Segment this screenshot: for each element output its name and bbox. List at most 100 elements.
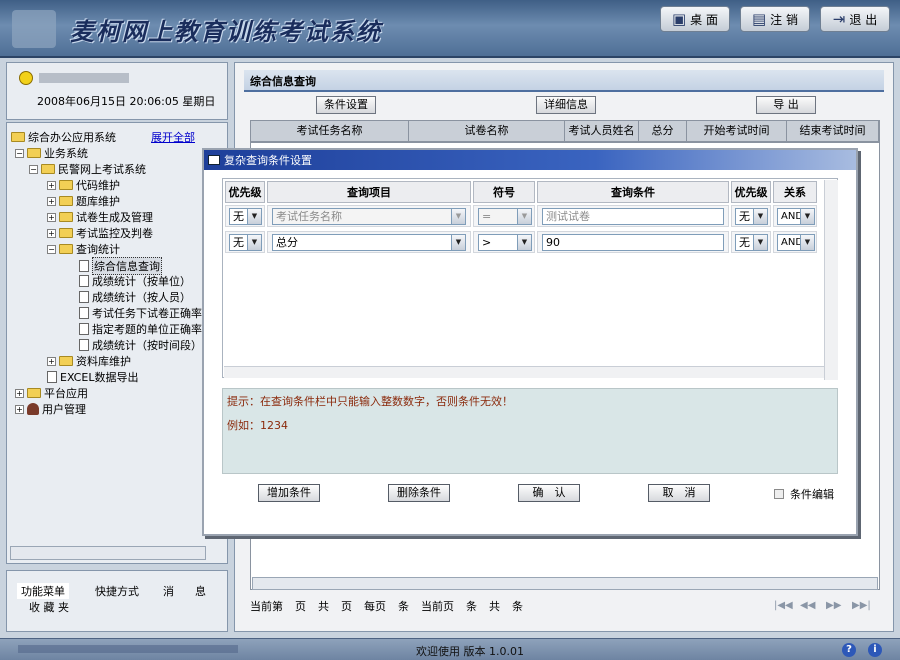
tree-item-paper-manage[interactable]: + 试卷生成及管理 [47,209,153,225]
row1-operator-select[interactable]: = ▼ [478,208,532,225]
next-page-icon[interactable]: ▶▶ [826,600,841,611]
last-page-icon[interactable]: ▶▶| [852,600,871,611]
username-blurred [39,73,129,83]
collapse-icon[interactable]: − [47,244,56,254]
expand-icon[interactable]: + [47,196,56,206]
tree-item-score-by-time[interactable]: 成绩统计（按时间段） [79,337,202,353]
tree-item-exam-monitor[interactable]: + 考试监控及判卷 [47,225,153,241]
tree-horizontal-scrollbar[interactable] [10,546,206,560]
cancel-button[interactable]: 取 消 [648,484,710,502]
tree-item-score-by-person[interactable]: 成绩统计（按人员） [79,289,191,305]
expand-all-link[interactable]: 展开全部 [151,129,195,145]
header-operator: 符号 [473,181,535,203]
app-header: 麦柯网上教育训练考试系统 ▣ 桌 面 ▤ 注 销 ⇥ 退 出 [0,0,900,58]
conditions-table: 优先级 查询项目 符号 查询条件 优先级 关系 无 ▼ 考试任务名称 ▼ = ▼ 测试… [222,178,838,378]
row2-relation-select[interactable]: AND ▼ [777,234,815,251]
pager-text: 当前第 [250,600,283,613]
tab-function-menu[interactable]: 功能菜单 [17,583,69,599]
row2-priority-select[interactable]: 无 ▼ [229,234,262,251]
document-icon [79,275,89,287]
tab-messages-1[interactable]: 消 [163,583,174,599]
tree-item-user-manage[interactable]: + 用户管理 [15,401,86,417]
folder-icon [59,196,73,206]
chevron-down-icon: ▼ [247,235,261,250]
user-manage-icon [27,403,39,415]
tree-item-exam-system[interactable]: − 民警网上考试系统 [29,161,146,177]
chevron-down-icon: ▼ [451,209,465,224]
first-page-icon[interactable]: |◀◀ [774,600,793,611]
row1-rel-cell: AND ▼ [773,205,817,227]
logout-button[interactable]: ▤ 注 销 [740,6,810,32]
tree-item-label: 考试监控及判卷 [76,227,153,240]
tree-item-excel-export[interactable]: EXCEL数据导出 [47,369,138,385]
document-icon [79,339,89,351]
tree-item-label: EXCEL数据导出 [60,371,139,384]
desktop-icon: ▣ [671,10,687,28]
add-condition-button[interactable]: 增加条件 [258,484,320,502]
prev-page-icon[interactable]: ◀◀ [800,600,815,611]
tree-item-platform[interactable]: + 平台应用 [15,385,88,401]
checkbox-icon[interactable] [774,489,784,499]
expand-icon[interactable]: + [47,356,56,366]
row2-item-select[interactable]: 总分 ▼ [272,234,466,251]
tree-item-paper-accuracy[interactable]: 考试任务下试卷正确率 [79,305,202,321]
results-horizontal-scrollbar[interactable] [252,577,878,590]
conditions-horizontal-scrollbar[interactable] [224,366,824,378]
exit-button[interactable]: ⇥ 退 出 [820,6,890,32]
col-examinee-name[interactable]: 考试人员姓名 [565,121,639,141]
tree-item-unit-accuracy[interactable]: 指定考题的单位正确率 [79,321,202,337]
tree-item-label: 查询统计 [76,243,120,256]
app-title: 麦柯网上教育训练考试系统 [70,18,382,46]
row1-item-value: 考试任务名称 [276,210,342,223]
row2-priority2-select[interactable]: 无 ▼ [735,234,768,251]
tree-item-query-stats[interactable]: − 查询统计 [47,241,120,257]
desktop-button[interactable]: ▣ 桌 面 [660,6,730,32]
row2-operator-select[interactable]: > ▼ [478,234,532,251]
expand-icon[interactable]: + [47,228,56,238]
tree-item-library[interactable]: + 资料库维护 [47,353,131,369]
conditions-vertical-scrollbar[interactable] [824,180,838,380]
detail-info-button[interactable]: 详细信息 [536,96,596,114]
tab-messages-2[interactable]: 息 [195,583,206,599]
logo [12,10,56,48]
expand-icon[interactable]: + [47,180,56,190]
col-start-time[interactable]: 开始考试时间 [687,121,787,141]
tree-item-score-by-unit[interactable]: 成绩统计（按单位） [79,273,191,289]
row2-item-cell: 总分 ▼ [267,231,471,253]
condition-edit-checkbox[interactable]: 条件编辑 [774,486,834,502]
collapse-icon[interactable]: − [29,164,38,174]
hint-panel: 提示：在查询条件栏中只能输入整数数字，否则条件无效！ 例如：1234 [222,388,838,474]
row1-condition-input[interactable]: 测试试卷 [542,208,724,225]
row2-condition-input[interactable]: 90 [542,234,724,251]
col-task-name[interactable]: 考试任务名称 [251,121,409,141]
chevron-down-icon: ▼ [753,209,767,224]
expand-icon[interactable]: + [15,404,24,414]
row1-priority-select[interactable]: 无 ▼ [229,208,262,225]
info-icon[interactable]: i [868,643,882,657]
row2-priority2-value: 无 [739,236,750,249]
tree-root[interactable]: 综合办公应用系统 [11,129,116,145]
col-paper-name[interactable]: 试卷名称 [409,121,565,141]
confirm-button[interactable]: 确 认 [518,484,580,502]
collapse-icon[interactable]: − [15,148,24,158]
tab-favorites[interactable]: 收 藏 夹 [29,599,69,615]
row1-relation-select[interactable]: AND ▼ [777,208,815,225]
delete-condition-button[interactable]: 删除条件 [388,484,450,502]
tree-item-business[interactable]: − 业务系统 [15,145,88,161]
row1-priority2-select[interactable]: 无 ▼ [735,208,768,225]
dialog-titlebar[interactable]: 复杂查询条件设置 [204,150,856,170]
tree-item-label: 资料库维护 [76,355,131,368]
help-icon[interactable]: ? [842,643,856,657]
row1-item-select[interactable]: 考试任务名称 ▼ [272,208,466,225]
chevron-down-icon: ▼ [517,235,531,250]
expand-icon[interactable]: + [15,388,24,398]
export-button[interactable]: 导 出 [756,96,816,114]
folder-open-icon [27,148,41,158]
expand-icon[interactable]: + [47,212,56,222]
tree-item-code-maintain[interactable]: + 代码维护 [47,177,120,193]
col-total-score[interactable]: 总分 [639,121,687,141]
tree-item-question-bank[interactable]: + 题库维护 [47,193,120,209]
tab-shortcuts[interactable]: 快捷方式 [95,583,139,599]
condition-settings-button[interactable]: 条件设置 [316,96,376,114]
col-end-time[interactable]: 结束考试时间 [787,121,879,141]
